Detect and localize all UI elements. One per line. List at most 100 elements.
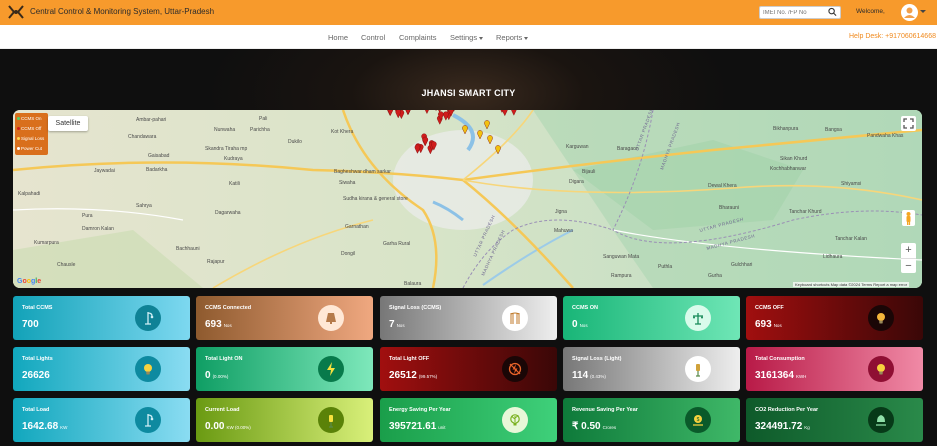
stat-card: CO2 Reduction Per Year 324491.72 Kg bbox=[746, 398, 923, 442]
stat-card-value: 0 Nos bbox=[572, 319, 588, 330]
stat-value-number: 114 bbox=[572, 370, 589, 381]
stat-value-number: 395721.61 bbox=[389, 421, 437, 432]
stat-value-number: 1642.68 bbox=[22, 421, 59, 432]
stat-card-title: Total Load bbox=[22, 407, 50, 413]
stat-value-number: 26626 bbox=[22, 370, 50, 381]
map-place-label: Sahrya bbox=[136, 203, 152, 209]
stat-value-unit: KW (0.00%) bbox=[226, 425, 251, 430]
map-place-label: Chausle bbox=[57, 262, 76, 268]
chevron-down-icon[interactable] bbox=[920, 10, 926, 13]
search-icon[interactable] bbox=[828, 7, 837, 17]
nav-complaints[interactable]: Complaints bbox=[399, 33, 437, 42]
zoom-out-button[interactable]: − bbox=[901, 258, 916, 273]
map-place-label: Tanchar Khurd bbox=[789, 209, 822, 215]
stat-value-number: 0 bbox=[572, 319, 578, 330]
map-place-label: Bikhanpura bbox=[773, 126, 799, 132]
yellow-dot-icon bbox=[17, 137, 20, 141]
legend-label: CCMS Off bbox=[21, 126, 42, 131]
stat-card-value: ₹ 0.50 Crores bbox=[572, 421, 616, 432]
stat-card: Current Load 0.00 KW (0.00%) bbox=[196, 398, 373, 442]
page-title: JHANSI SMART CITY bbox=[421, 88, 516, 98]
nav-settings[interactable]: Settings bbox=[450, 33, 484, 42]
stat-card-title: Total Light ON bbox=[205, 356, 243, 362]
helpdesk-link[interactable]: Help Desk: +917060614668 bbox=[849, 33, 936, 40]
map-place-label: Mahuwa bbox=[554, 228, 573, 234]
map-place-label: Sudha kirana & general store bbox=[343, 196, 408, 202]
stat-card-title: CCMS OFF bbox=[755, 305, 784, 311]
bolt-icon bbox=[318, 356, 344, 382]
map-place-label: Sanguwan Mata bbox=[603, 254, 639, 260]
stat-value-unit: Nos bbox=[579, 323, 588, 328]
map-canvas[interactable]: Ambar-pahari Chandawara Gaisabad Badarkha Ja… bbox=[13, 110, 922, 288]
stat-value-number: 693 bbox=[755, 319, 772, 330]
zoom-control: + − bbox=[901, 243, 916, 273]
stat-value-number: ₹ 0.50 bbox=[572, 421, 601, 432]
stat-card-value: 0 (0.00%) bbox=[205, 370, 228, 381]
stat-card-title: Total Consumption bbox=[755, 356, 805, 362]
fullscreen-button[interactable] bbox=[901, 116, 916, 131]
map-place-label: Pandwaha Khas bbox=[867, 133, 904, 139]
stat-card-title: Signal Loss (CCMS) bbox=[389, 305, 442, 311]
satellite-toggle-button[interactable]: Satellite bbox=[48, 116, 88, 131]
stat-card-value: 1642.68 KW bbox=[22, 421, 67, 432]
nav-control[interactable]: Control bbox=[361, 33, 385, 42]
stat-card-title: CCMS ON bbox=[572, 305, 598, 311]
main-navbar: Home Control Complaints Settings Reports… bbox=[0, 25, 937, 49]
bulb-icon bbox=[868, 356, 894, 382]
map-place-label: Jaywadai bbox=[94, 168, 115, 174]
map-place-label: Kot Khera bbox=[331, 129, 353, 135]
map-place-label: Bagheshwar dham sarkar bbox=[334, 169, 391, 175]
map-place-label: Karguwan bbox=[566, 144, 589, 150]
stat-card-title: Signal Loss (Light) bbox=[572, 356, 622, 362]
map-attribution[interactable]: Keyboard shortcuts Map data ©2024 Terms … bbox=[793, 282, 910, 287]
smart-city-logo-icon bbox=[8, 5, 24, 19]
legend-ccms-on: CCMS On bbox=[17, 116, 42, 121]
map-place-label: Bharauni bbox=[719, 205, 739, 211]
stat-card: Total Consumption 3161364 KWH bbox=[746, 347, 923, 391]
map-place-label: Siwaha bbox=[339, 180, 356, 186]
fullscreen-icon bbox=[903, 118, 914, 129]
co2-icon bbox=[868, 407, 894, 433]
stat-value-number: 3161364 bbox=[755, 370, 794, 381]
legend-power-cut: Power Cut bbox=[17, 146, 42, 151]
chevron-down-icon bbox=[524, 36, 529, 40]
stat-card: CCMS Connected 693 Nos bbox=[196, 296, 373, 340]
stat-card-value: 26626 bbox=[22, 370, 52, 381]
user-avatar[interactable] bbox=[901, 4, 918, 21]
stat-value-number: 324491.72 bbox=[755, 421, 803, 432]
nav-reports[interactable]: Reports bbox=[496, 33, 529, 42]
map-place-label: Kudraya bbox=[224, 156, 243, 162]
stat-value-number: 7 bbox=[389, 319, 395, 330]
stat-card-value: 700 bbox=[22, 319, 41, 330]
map-place-label: Damron Kalan bbox=[82, 226, 114, 232]
stat-value-unit: KW bbox=[60, 425, 68, 430]
map-place-label: Puthla bbox=[658, 264, 672, 270]
map-place-label: Chandawara bbox=[128, 134, 157, 140]
zoom-in-button[interactable]: + bbox=[901, 243, 916, 258]
map-place-label: Garnathan bbox=[345, 224, 369, 230]
map-view[interactable]: Ambar-pahari Chandawara Gaisabad Badarkha Ja… bbox=[13, 110, 922, 288]
legend-label: Signal Loss bbox=[21, 136, 45, 141]
system-title: Central Control & Monitoring System, Utt… bbox=[30, 7, 215, 16]
map-place-label: Sikan Khurd bbox=[780, 156, 807, 162]
map-place-label: Jigna bbox=[555, 209, 567, 215]
stat-value-unit: Nos bbox=[773, 323, 782, 328]
stat-value-number: 0 bbox=[205, 370, 211, 381]
stat-value-unit: Crores bbox=[602, 425, 617, 430]
stat-card-title: Total CCMS bbox=[22, 305, 53, 311]
stat-card-title: Current Load bbox=[205, 407, 240, 413]
map-place-label: Ambar-pahari bbox=[136, 117, 166, 123]
bulb-icon bbox=[135, 356, 161, 382]
power-off-icon bbox=[502, 356, 528, 382]
map-place-label: Dongil bbox=[341, 251, 355, 257]
stat-card-value: 324491.72 Kg bbox=[755, 421, 810, 432]
nav-home[interactable]: Home bbox=[328, 33, 348, 42]
street-view-pegman[interactable] bbox=[902, 210, 915, 226]
stat-card-title: Total Lights bbox=[22, 356, 53, 362]
stat-card: Total Lights 26626 bbox=[13, 347, 190, 391]
map-place-label: Parichha bbox=[250, 127, 270, 133]
stat-card-title: Total Light OFF bbox=[389, 356, 430, 362]
stat-card: Total Light ON 0 (0.00%) bbox=[196, 347, 373, 391]
legend-ccms-off: CCMS Off bbox=[17, 126, 41, 131]
stat-value-number: 26512 bbox=[389, 370, 417, 381]
